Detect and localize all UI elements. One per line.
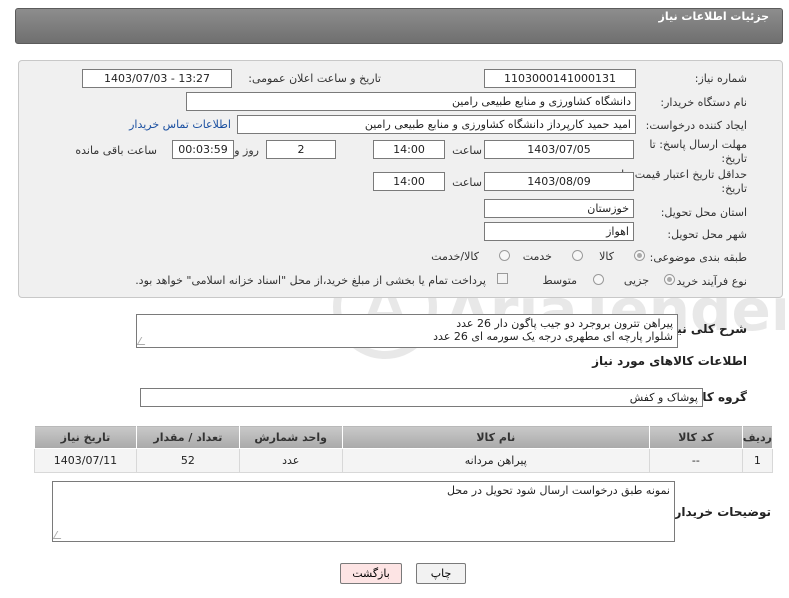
need-number-label: شماره نیاز:: [694, 72, 747, 85]
days-remaining-field[interactable]: 2: [266, 140, 336, 159]
table-row[interactable]: 1 -- پیراهن مردانه عدد 52 1403/07/11: [34, 448, 774, 473]
creator-label: ایجاد کننده درخواست:: [645, 119, 747, 132]
creator-field[interactable]: امید حمید کارپرداز دانشگاه کشاورزی و منا…: [237, 115, 636, 134]
price-validity-time-field[interactable]: 14:00: [373, 172, 445, 191]
days-label: روز و: [234, 144, 259, 157]
buyer-notes-textarea[interactable]: نمونه طبق درخواست ارسال شود تحویل در محل: [52, 481, 675, 542]
need-number-field[interactable]: 1103000141000131: [484, 69, 636, 88]
col-code: کد کالا: [648, 425, 743, 449]
buyer-notes-text: نمونه طبق درخواست ارسال شود تحویل در محل: [446, 484, 670, 497]
col-quantity: تعداد / مقدار: [135, 425, 240, 449]
city-field[interactable]: اهواز: [484, 222, 634, 241]
cell-unit: عدد: [238, 448, 343, 473]
cell-code: --: [648, 448, 743, 473]
goods-table-header: ردیف کد کالا نام کالا واحد شمارش تعداد /…: [34, 425, 774, 449]
cell-quantity: 52: [135, 448, 240, 473]
goods-section-title: اطلاعات کالاهای مورد نیاز: [592, 354, 747, 368]
back-button[interactable]: بازگشت: [340, 563, 402, 584]
cell-row: 1: [741, 448, 774, 473]
print-button[interactable]: چاپ: [416, 563, 466, 584]
price-validity-time-label: ساعت: [452, 176, 482, 189]
resize-grip-icon[interactable]: [53, 531, 66, 539]
reply-time-field[interactable]: 14:00: [373, 140, 445, 159]
province-label: استان محل تحویل:: [660, 206, 747, 219]
price-validity-date-field[interactable]: 1403/08/09: [484, 172, 634, 191]
goods-group-field[interactable]: پوشاک و کفش: [140, 388, 703, 407]
process-medium-label: متوسط: [542, 274, 577, 287]
time-remaining-field[interactable]: 00:03:59: [172, 140, 234, 159]
category-goods-service-label: کالا/خدمت: [431, 250, 479, 263]
announce-datetime-field[interactable]: 1403/07/03 - 13:27: [82, 69, 232, 88]
category-goods-service-radio[interactable]: [499, 250, 510, 261]
category-service-label: خدمت: [522, 250, 552, 263]
description-textarea[interactable]: پیراهن تترون بروجرد دو جیب پاگون دار 26 …: [136, 314, 678, 348]
buyer-org-field[interactable]: دانشگاه کشاورزی و منابع طبیعی رامین: [186, 92, 636, 111]
city-label: شهر محل تحویل:: [667, 228, 747, 241]
time-remaining-label: ساعت باقی مانده: [75, 144, 157, 157]
price-validity-label: حداقل تاریخ اعتبار قیمت: تا تاریخ:: [621, 168, 747, 195]
col-name: نام کالا: [341, 425, 650, 449]
category-label: طبقه بندی موضوعی:: [649, 251, 747, 264]
col-unit: واحد شمارش: [238, 425, 343, 449]
goods-table: ردیف کد کالا نام کالا واحد شمارش تعداد /…: [34, 425, 774, 473]
reply-deadline-label: مهلت ارسال پاسخ: تا تاریخ:: [649, 138, 747, 165]
treasury-payment-checkbox[interactable]: [497, 273, 508, 284]
process-type-label: نوع فرآیند خرید :: [669, 275, 747, 288]
province-field[interactable]: خوزستان: [484, 199, 634, 218]
process-medium-radio[interactable]: [593, 274, 604, 285]
buyer-notes-label: توضیحات خریدار:: [669, 505, 771, 519]
reply-date-field[interactable]: 1403/07/05: [484, 140, 634, 159]
col-need-date: تاریخ نیاز: [34, 425, 137, 449]
category-service-radio[interactable]: [572, 250, 583, 261]
description-line-1: پیراهن تترون بروجرد دو جیب پاگون دار 26 …: [456, 317, 673, 330]
treasury-payment-label: پرداخت تمام یا بخشی از مبلغ خرید،از محل …: [135, 274, 486, 287]
category-goods-radio[interactable]: [634, 250, 645, 261]
announce-datetime-label: تاریخ و ساعت اعلان عمومی:: [248, 72, 381, 85]
cell-need-date: 1403/07/11: [34, 448, 137, 473]
process-small-label: جزیی: [623, 274, 649, 287]
cell-name: پیراهن مردانه: [341, 448, 650, 473]
reply-time-label: ساعت: [452, 144, 482, 157]
contact-buyer-link[interactable]: اطلاعات تماس خریدار: [129, 118, 231, 131]
buyer-org-label: نام دستگاه خریدار:: [660, 96, 747, 109]
category-goods-label: کالا: [599, 250, 614, 263]
col-row: ردیف: [741, 425, 774, 449]
description-line-2: شلوار پارچه ای مطهری درجه یک سورمه ای 26…: [433, 330, 673, 343]
process-small-radio[interactable]: [664, 274, 675, 285]
page-title: جزئیات اطلاعات نیاز: [658, 10, 770, 23]
